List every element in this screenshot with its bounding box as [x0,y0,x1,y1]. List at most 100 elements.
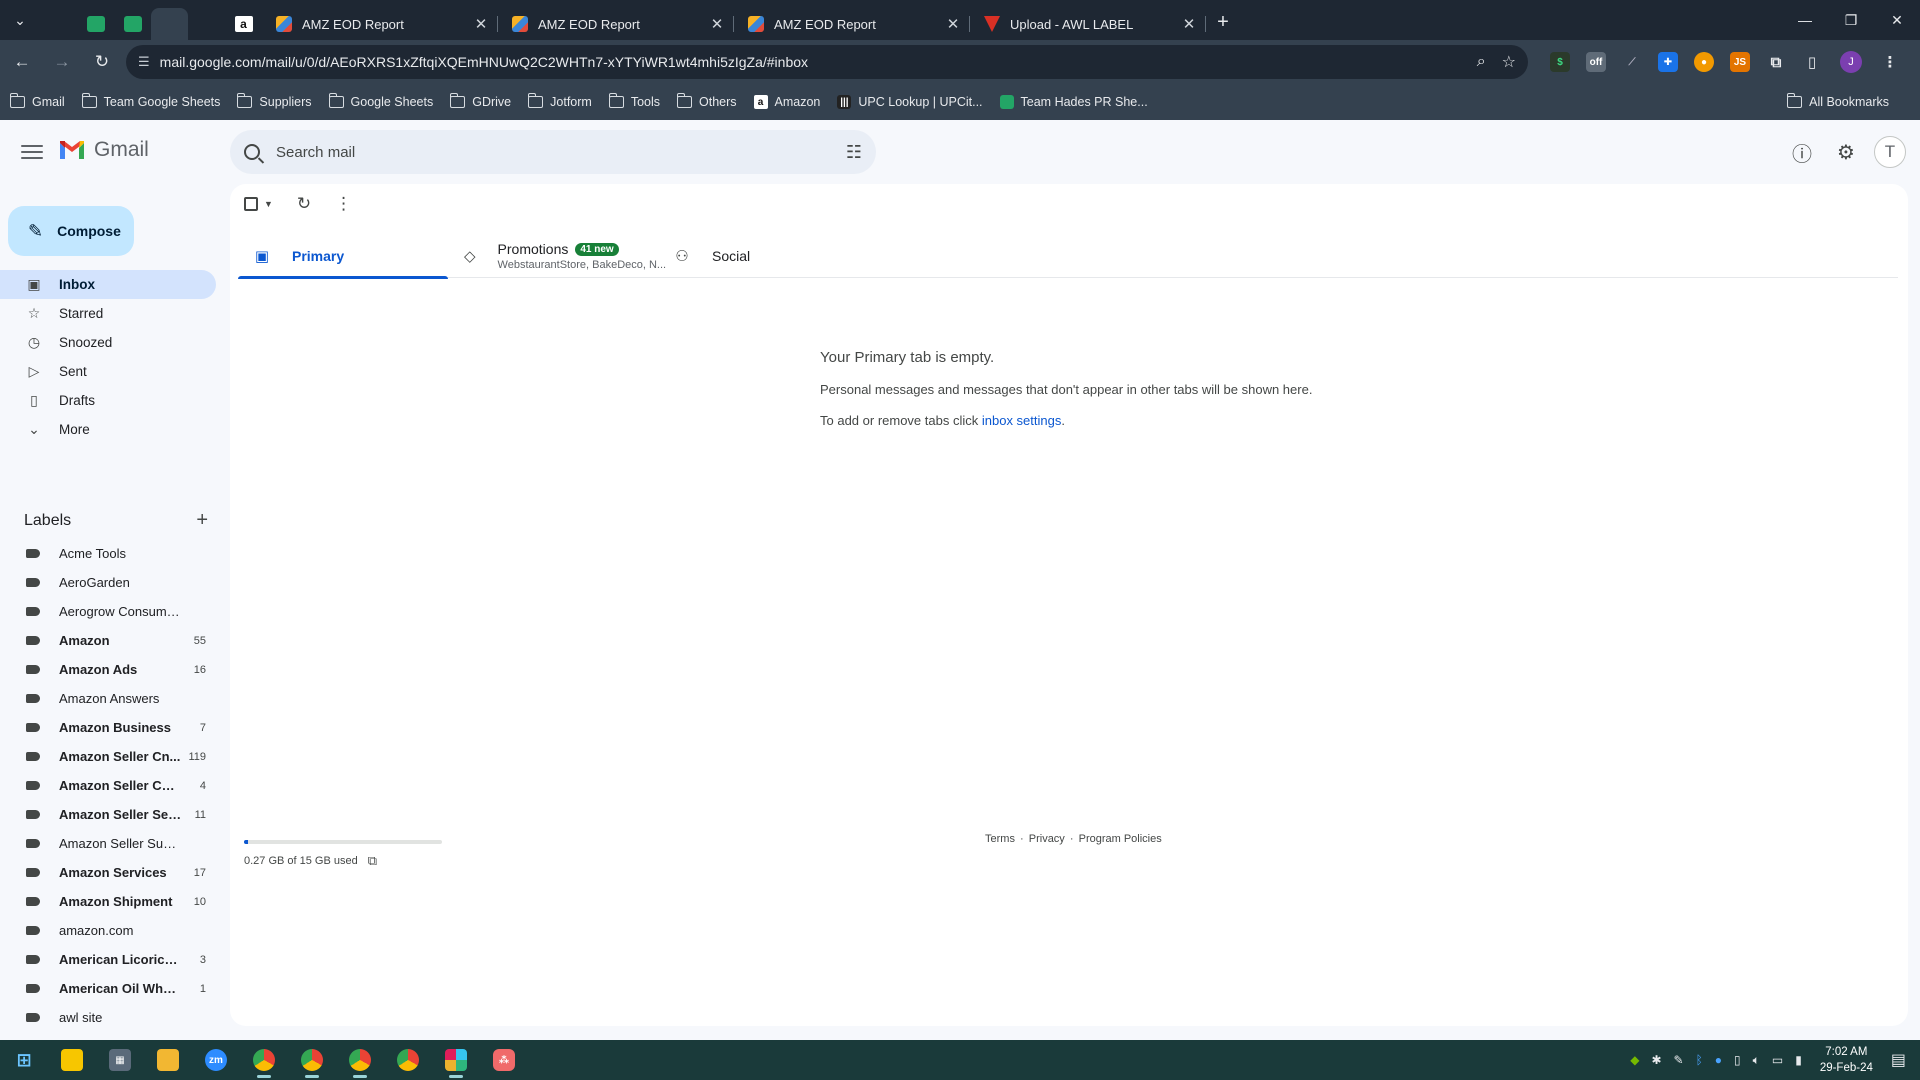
close-tab-icon[interactable]: ✕ [708,15,726,33]
tab-primary[interactable]: ▣ Primary [238,234,448,279]
network-icon[interactable]: ▭ [1772,1053,1783,1067]
pinned-tab-sheets-2[interactable] [114,8,151,40]
side-panel-icon[interactable]: ▯ [1802,52,1822,72]
label-item[interactable]: Aerogrow Consumer Se... [0,597,216,626]
label-item[interactable]: Amazon Seller Serv. 11 [0,800,216,829]
settings-gear-icon[interactable]: ⚙ [1828,134,1864,170]
close-tab-icon[interactable]: ✕ [472,15,490,33]
taskbar-app[interactable] [432,1040,480,1080]
browser-tab[interactable]: AMZ EOD Report ✕ [498,8,734,40]
zoom-icon[interactable]: ⌕ [1477,53,1486,71]
bookmark-item[interactable]: Jotform [528,93,592,109]
nvidia-icon[interactable]: ◆ [1630,1053,1639,1067]
program-policies-link[interactable]: Program Policies [1079,833,1162,845]
tab-promotions[interactable]: ◇ Promotions 41 new WebstaurantStore, Ba… [448,234,666,278]
label-item[interactable]: amazon.com [0,916,216,945]
close-tab-icon[interactable]: ✕ [944,15,962,33]
compose-button[interactable]: ✎ Compose [8,206,134,256]
label-item[interactable]: Amazon Shipment 10 [0,887,216,916]
label-item[interactable]: Acme Tools [0,539,216,568]
bluetooth-icon[interactable]: ᛒ [1696,1053,1703,1067]
label-item[interactable]: Amazon Business 7 [0,713,216,742]
sidebar-item-more[interactable]: ⌄ More [0,415,216,444]
label-item[interactable]: Amazon Seller Cntr... 4 [0,771,216,800]
minimize-icon[interactable]: — [1782,0,1828,40]
pinned-tab-gmail-2[interactable]: M [188,8,967,589]
start-button[interactable]: ⊞ [0,1040,48,1080]
taskbar-app[interactable] [240,1040,288,1080]
label-item[interactable]: Amazon Ads 16 [0,655,216,684]
inbox-settings-link[interactable]: inbox settings [982,413,1062,428]
sidebar-item-drafts[interactable]: ▯ Drafts [0,386,216,415]
close-tab-icon[interactable]: ✕ [1180,15,1198,33]
pinned-tab-gmail-active[interactable]: M [151,8,966,589]
taskbar-app[interactable] [336,1040,384,1080]
sidebar-item-inbox[interactable]: ▣ Inbox [0,270,216,299]
tray-app-icon[interactable]: ✱ [1651,1053,1661,1067]
pinned-tab-sheets[interactable] [77,8,114,40]
taskbar-app[interactable]: zm [192,1040,240,1080]
label-item[interactable]: Baker's [0,1032,216,1040]
label-item[interactable]: awl site [0,1003,216,1032]
notifications-icon[interactable]: ▤ [1891,1050,1906,1070]
bookmark-item[interactable]: GDrive [450,93,511,109]
site-info-icon[interactable]: ☰ [138,54,150,70]
new-tab-button[interactable]: + [1206,11,1240,34]
label-item[interactable]: Amazon Seller Cn... 119 [0,742,216,771]
tab-social[interactable]: ⚇ Social [658,234,868,278]
bookmark-item[interactable]: ||| UPC Lookup | UPCit... [837,95,983,109]
all-bookmarks-button[interactable]: All Bookmarks [1787,84,1889,120]
forward-button[interactable]: → [44,44,80,80]
extensions-puzzle-icon[interactable]: ⧉ [1766,52,1786,72]
label-item[interactable]: Amazon 55 [0,626,216,655]
back-button[interactable]: ← [4,44,40,80]
bookmark-item[interactable]: Others [677,93,737,109]
create-label-icon[interactable]: + [196,509,208,532]
extension-icon[interactable]: ● [1694,52,1714,72]
main-menu-icon[interactable] [18,139,46,165]
terms-link[interactable]: Terms [985,833,1015,845]
taskbar-app[interactable]: ▦ [96,1040,144,1080]
sidebar-item-starred[interactable]: ☆ Starred [0,299,216,328]
label-item[interactable]: Amazon Seller Support [0,829,216,858]
label-item[interactable]: American Oil Whol... 1 [0,974,216,1003]
url-text[interactable]: mail.google.com/mail/u/0/d/AEoRXRS1xZftq… [160,54,1461,70]
taskbar-app[interactable] [384,1040,432,1080]
extension-icon[interactable]: ⟋ [1622,52,1642,72]
bookmark-item[interactable]: Gmail [10,93,65,109]
address-bar[interactable]: ☰ mail.google.com/mail/u/0/d/AEoRXRS1xZf… [126,45,1528,79]
label-item[interactable]: Amazon Answers [0,684,216,713]
browser-menu-icon[interactable]: ⋮ [1880,52,1900,72]
browser-tab[interactable]: AMZ EOD Report ✕ [734,8,970,40]
label-item[interactable]: American Licorice ... 3 [0,945,216,974]
sidebar-item-snoozed[interactable]: ◷ Snoozed [0,328,216,357]
pinned-tab-amazon[interactable]: a [225,8,262,40]
bookmark-item[interactable]: a Amazon [753,95,820,109]
select-options-icon[interactable]: ▼ [264,199,273,209]
search-icon[interactable] [244,144,260,160]
search-options-icon[interactable]: ☷ [846,142,862,163]
bookmark-item[interactable]: Google Sheets [328,93,433,109]
search-input[interactable] [276,143,846,161]
privacy-link[interactable]: Privacy [1029,833,1065,845]
select-all-checkbox[interactable] [244,197,258,211]
taskbar-app[interactable] [48,1040,96,1080]
restore-icon[interactable]: ❐ [1828,0,1874,40]
bookmark-item[interactable]: Suppliers [237,93,312,109]
battery-icon[interactable]: ▮ [1795,1053,1802,1067]
gmail-logo[interactable]: Gmail [58,138,149,162]
taskbar-clock[interactable]: 7:02 AM 29-Feb-24 [1820,1044,1873,1076]
extension-icon[interactable]: $ [1550,52,1570,72]
extension-off-icon[interactable]: off [1586,52,1606,72]
open-external-icon[interactable]: ⧉ [368,853,377,869]
bookmark-star-icon[interactable]: ☆ [1502,52,1516,72]
refresh-icon[interactable]: ↻ [297,194,311,214]
extension-icon[interactable]: ✚ [1658,52,1678,72]
pinned-tab-gmail[interactable]: M [40,8,967,589]
sidebar-item-sent[interactable]: ▷ Sent [0,357,216,386]
taskbar-app[interactable] [144,1040,192,1080]
taskbar-app[interactable] [288,1040,336,1080]
extension-icon[interactable]: JS [1730,52,1750,72]
browser-tab[interactable]: Upload - AWL LABEL ✕ [970,8,1206,40]
label-item[interactable]: AeroGarden [0,568,216,597]
